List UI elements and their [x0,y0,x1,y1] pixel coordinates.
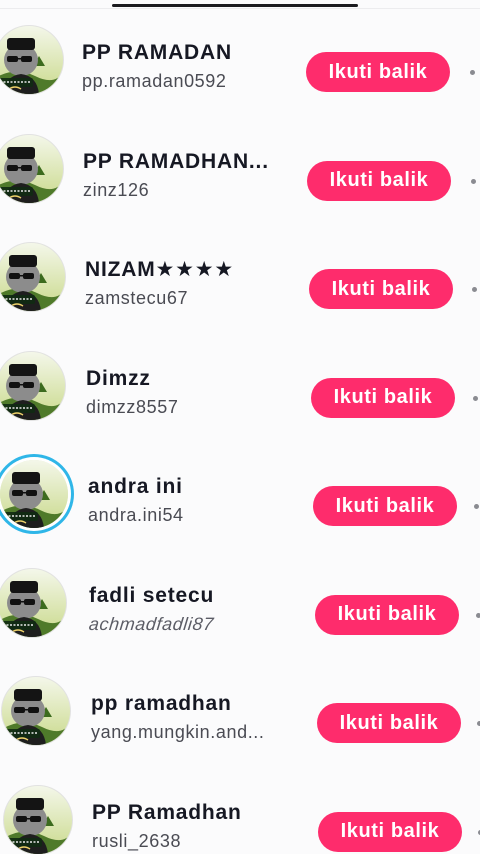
more-options-icon[interactable] [472,287,477,292]
follower-name: pp ramadhan [91,692,232,715]
user-info[interactable]: andra ini andra.ini54 [88,474,298,527]
follow-back-button[interactable]: Ikuti balik [315,594,459,635]
avatar[interactable] [0,243,65,311]
follower-handle: zamstecu67 [85,288,189,308]
follow-back-button[interactable]: Ikuti balik [306,52,450,92]
follower-name: andra ini [88,475,183,498]
followers-screen: PP RAMADAN pp.ramadan0592 Ikuti balik PP… [0,0,480,854]
follow-back-button[interactable]: Ikuti balik [313,486,457,526]
avatar[interactable] [0,568,66,637]
avatar[interactable] [2,677,70,745]
ramadan-character-avatar-icon [0,568,66,637]
user-info[interactable]: fadli setecu achmadfadli87 [87,583,299,636]
avatar[interactable] [0,26,63,94]
top-divider [0,8,480,9]
ramadan-character-avatar-icon [0,26,63,94]
avatar-with-story-ring[interactable] [0,460,68,528]
follow-back-button[interactable]: Ikuti balik [317,703,461,743]
follow-back-button[interactable]: Ikuti balik [318,811,462,852]
user-info[interactable]: Dimzz dimzz8557 [86,366,296,419]
follower-handle: andra.ini54 [88,505,184,525]
follower-row[interactable]: NIZAM★★★★ zamstecu67 Ikuti balik [0,235,480,344]
follower-handle: pp.ramadan0592 [82,71,227,91]
follower-handle: zinz126 [83,179,150,200]
user-info[interactable]: PP RAMADHAN... zinz126 [83,149,293,202]
follower-name: PP RAMADHAN... [83,149,269,173]
follower-row[interactable]: andra ini andra.ini54 Ikuti balik [0,452,480,561]
follower-name: NIZAM★★★★ [85,258,234,281]
more-options-icon[interactable] [476,612,480,618]
follower-row[interactable]: PP Ramadhan rusli_2638 Ikuti balik [0,778,480,854]
follow-back-button[interactable]: Ikuti balik [311,377,455,418]
ramadan-character-avatar-icon [4,785,72,854]
user-info[interactable]: PP RAMADAN pp.ramadan0592 [82,40,292,93]
more-options-icon[interactable] [470,70,475,75]
avatar[interactable] [0,134,63,203]
ramadan-character-avatar-icon [0,351,65,420]
user-info[interactable]: pp ramadhan yang.mungkin.and... [91,691,301,744]
avatar[interactable] [0,351,65,420]
follower-name: PP Ramadhan [92,800,242,824]
follow-back-button[interactable]: Ikuti balik [307,160,451,201]
follower-name: PP RAMADAN [82,41,232,64]
follower-handle: yang.mungkin.and... [91,722,265,742]
follower-row[interactable]: pp ramadhan yang.mungkin.and... Ikuti ba… [0,669,480,778]
follow-back-button[interactable]: Ikuti balik [309,269,453,309]
follower-handle: dimzz8557 [86,396,179,417]
ramadan-character-avatar-icon [0,243,65,311]
follower-row[interactable]: fadli setecu achmadfadli87 Ikuti balik [0,561,480,670]
ramadan-character-avatar-icon [0,460,68,528]
follower-handle: rusli_2638 [92,830,182,851]
follower-handle: achmadfadli87 [87,613,215,634]
follower-name: Dimzz [86,366,151,390]
user-info[interactable]: NIZAM★★★★ zamstecu67 [85,257,295,310]
follower-row[interactable]: PP RAMADAN pp.ramadan0592 Ikuti balik [0,18,480,127]
ramadan-character-avatar-icon [0,134,63,203]
more-options-icon[interactable] [473,395,478,401]
active-tab-indicator [112,4,358,7]
more-options-icon[interactable] [474,504,479,509]
user-info[interactable]: PP Ramadhan rusli_2638 [92,800,302,853]
follower-row[interactable]: PP RAMADHAN... zinz126 Ikuti balik [0,127,480,236]
avatar[interactable] [4,785,72,854]
follower-name: fadli setecu [89,583,215,607]
ramadan-character-avatar-icon [2,677,70,745]
follower-list: PP RAMADAN pp.ramadan0592 Ikuti balik PP… [0,18,480,854]
more-options-icon[interactable] [471,178,476,184]
follower-row[interactable]: Dimzz dimzz8557 Ikuti balik [0,344,480,453]
